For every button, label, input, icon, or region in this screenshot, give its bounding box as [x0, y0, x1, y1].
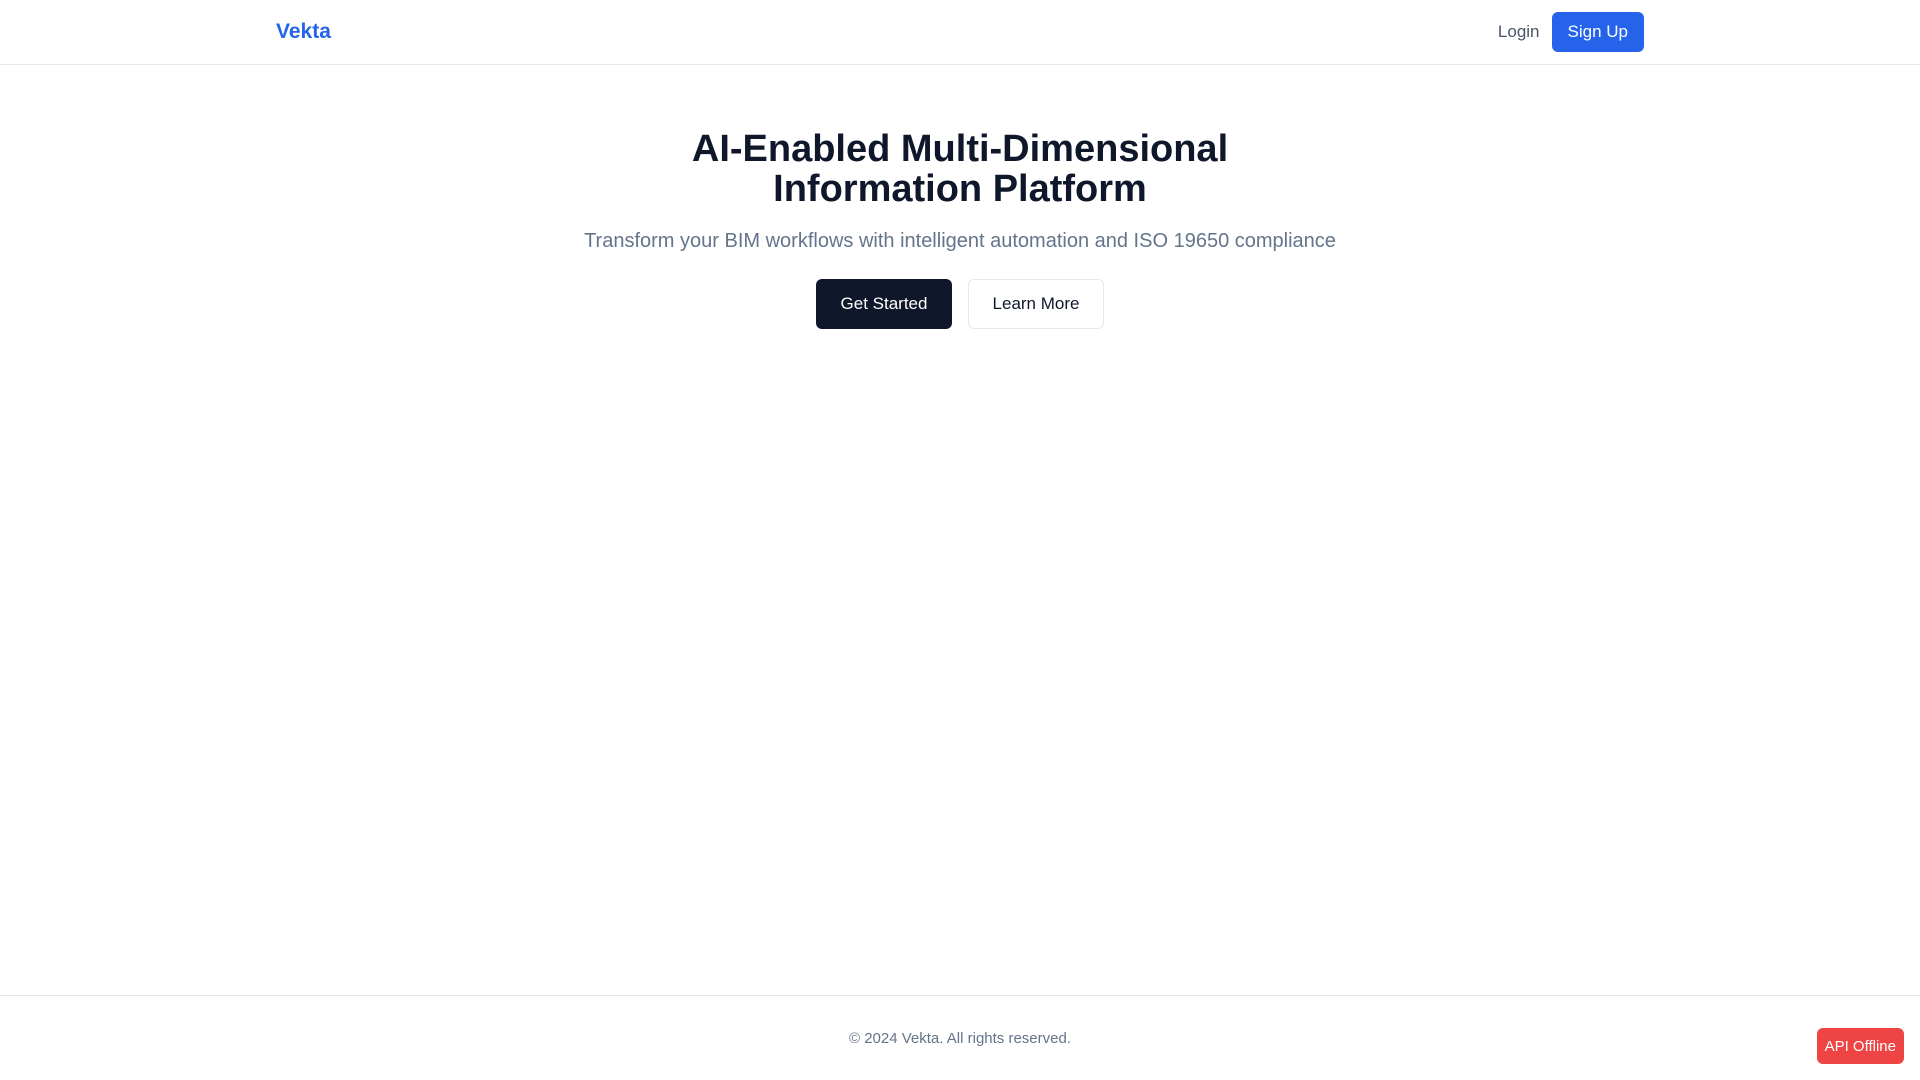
top-nav: Vekta Login Sign Up — [0, 0, 1920, 65]
api-status-badge: API Offline — [1816, 1028, 1904, 1064]
hero-actions: Get Started Learn More — [510, 279, 1410, 329]
brand-logo[interactable]: Vekta — [276, 20, 331, 44]
footer: © 2024 Vekta. All rights reserved. — [0, 995, 1920, 1080]
top-nav-inner: Vekta Login Sign Up — [276, 0, 1644, 64]
get-started-button[interactable]: Get Started — [816, 279, 952, 329]
login-link[interactable]: Login — [1498, 14, 1540, 50]
hero-title: AI-Enabled Multi-Dimensional Information… — [691, 128, 1229, 210]
learn-more-button[interactable]: Learn More — [968, 279, 1104, 329]
hero-section: AI-Enabled Multi-Dimensional Information… — [510, 129, 1410, 329]
footer-copyright: © 2024 Vekta. All rights reserved. — [848, 1029, 1071, 1047]
sign-up-button[interactable]: Sign Up — [1551, 12, 1644, 52]
page: Vekta Login Sign Up AI-Enabled Multi-Dim… — [0, 0, 1920, 1080]
hero-subtitle: Transform your BIM workflows with intell… — [584, 230, 1336, 252]
header-actions: Login Sign Up — [1498, 12, 1644, 52]
main-content: AI-Enabled Multi-Dimensional Information… — [0, 65, 1920, 995]
